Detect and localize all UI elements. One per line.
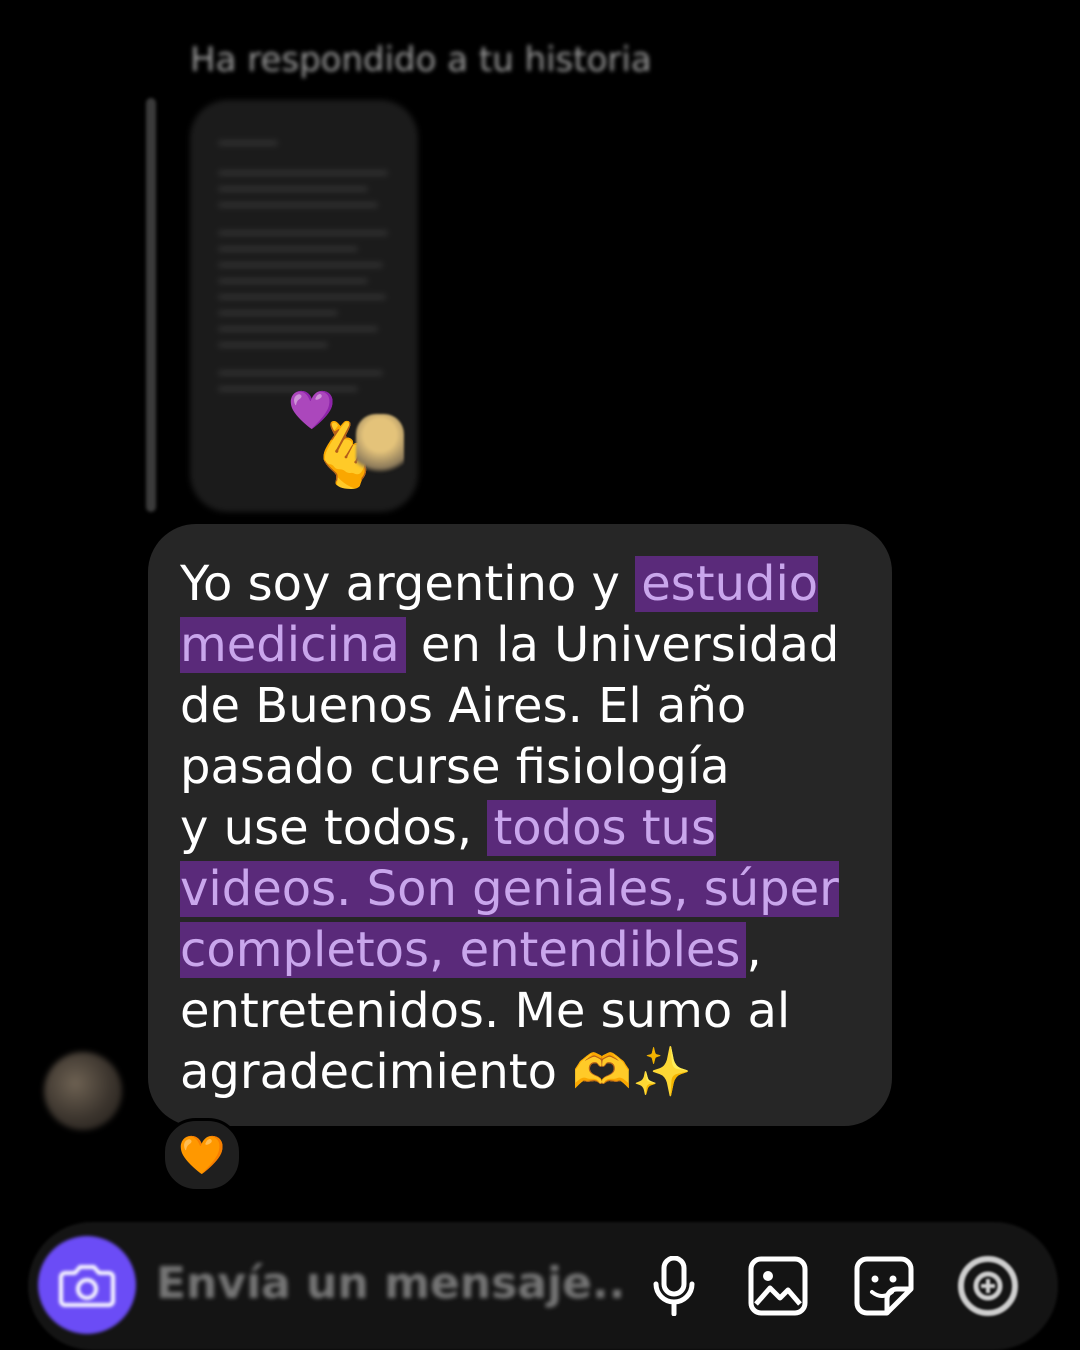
gallery-button[interactable] [746, 1254, 810, 1318]
microphone-icon [653, 1256, 695, 1316]
bitmoji-sticker [356, 414, 404, 484]
sticker-button[interactable] [852, 1254, 916, 1318]
story-reply-caption: Ha respondido a tu historia [190, 40, 652, 80]
story-reply-bar [146, 98, 156, 512]
gallery-icon [748, 1256, 808, 1316]
add-button[interactable] [956, 1254, 1020, 1318]
camera-icon [59, 1265, 115, 1307]
message-segment: Yo soy argentino y [180, 556, 636, 612]
reaction-badge[interactable]: 🧡 [162, 1118, 242, 1192]
message-input[interactable] [156, 1258, 626, 1309]
sticker-icon [854, 1256, 914, 1316]
camera-button[interactable] [38, 1236, 136, 1334]
add-icon [958, 1256, 1018, 1316]
sender-avatar[interactable] [44, 1052, 122, 1130]
microphone-button[interactable] [642, 1254, 706, 1318]
message-text: Yo soy argentino y estudio medicina en l… [180, 554, 880, 1103]
orange-heart-icon: 🧡 [178, 1132, 226, 1177]
